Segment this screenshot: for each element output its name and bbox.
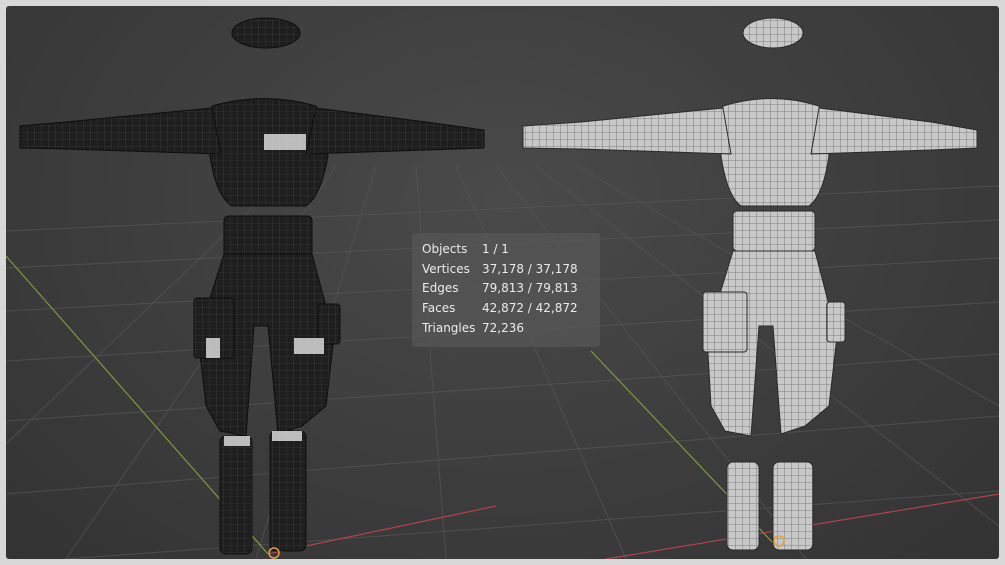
stat-label: Vertices <box>422 261 470 276</box>
left-boot <box>219 435 253 555</box>
3d-viewport[interactable]: Objects 1 / 1 Vertices 37,178 / 37,178 E… <box>6 6 999 559</box>
right-boot <box>269 430 307 552</box>
right-pouch <box>826 301 846 343</box>
stat-label: Triangles <box>422 320 476 335</box>
stat-label: Objects <box>422 242 468 256</box>
beret <box>742 17 804 49</box>
belt <box>732 210 816 252</box>
left-sleeve <box>522 107 732 155</box>
stat-value: 42,872 / 42,872 <box>482 301 578 316</box>
stat-label: Edges <box>422 281 459 296</box>
beret <box>231 17 301 49</box>
stat-row-triangles: Triangles 72,236 <box>422 319 590 339</box>
stat-row-objects: Objects 1 / 1 <box>422 240 590 260</box>
stat-row-faces: Faces 42,872 / 42,872 <box>422 299 590 319</box>
stat-value: 79,813 / 79,813 <box>482 281 578 296</box>
right-boot <box>772 461 814 551</box>
stat-row-vertices: Vertices 37,178 / 37,178 <box>422 260 590 280</box>
left-pouch <box>702 291 748 353</box>
left-sleeve <box>19 107 222 155</box>
stat-value: 72,236 <box>482 320 524 335</box>
stat-value: 37,178 / 37,178 <box>482 261 578 276</box>
right-sleeve <box>305 107 485 155</box>
belt <box>223 215 313 257</box>
stat-label: Faces <box>422 301 456 316</box>
stat-row-edges: Edges 79,813 / 79,813 <box>422 279 590 299</box>
left-boot <box>726 461 760 551</box>
stat-value: 1 / 1 <box>482 242 509 256</box>
right-sleeve <box>810 107 978 155</box>
scene-statistics-overlay: Objects 1 / 1 Vertices 37,178 / 37,178 E… <box>412 233 600 347</box>
